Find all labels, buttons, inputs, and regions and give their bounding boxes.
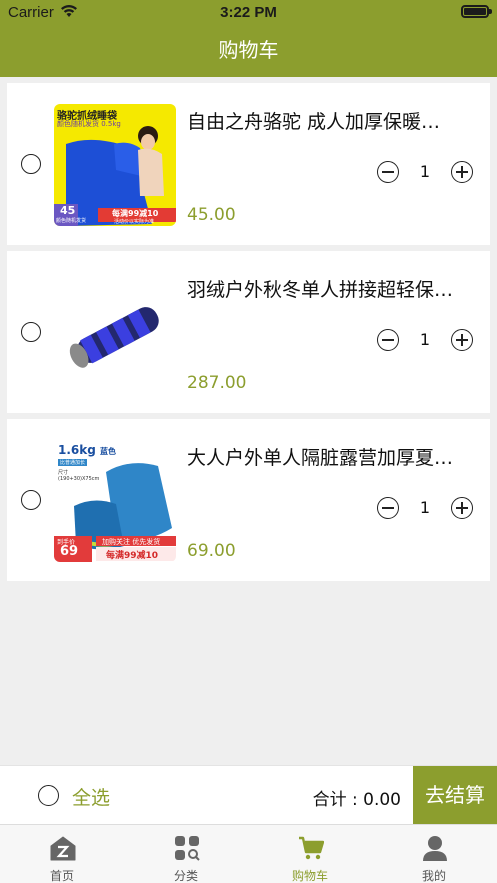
product-price: 69.00	[187, 541, 236, 561]
quantity-stepper: 1	[377, 497, 473, 521]
product-title[interactable]: 自由之舟骆驼 成人加厚保暖…	[187, 107, 477, 134]
checkout-button[interactable]: 去结算	[413, 766, 497, 824]
promo-label: 每满99减10	[106, 551, 159, 561]
product-image[interactable]	[54, 272, 176, 394]
size-label: 尺寸	[58, 470, 69, 476]
profile-icon	[423, 836, 447, 861]
product-price: 45.00	[187, 205, 236, 225]
tab-category-label: 分类	[173, 869, 198, 883]
increase-quantity-button[interactable]	[451, 161, 473, 183]
tab-profile-label: 我的	[421, 869, 446, 883]
quantity-value: 1	[419, 162, 431, 181]
promo-sub: 活动价以实际为准	[114, 219, 155, 225]
quantity-stepper: 1	[377, 161, 473, 185]
product-title[interactable]: 大人户外单人隔脏露营加厚夏…	[187, 443, 477, 470]
item-select-radio[interactable]	[21, 154, 41, 174]
status-bar: Carrier 3:22 PM	[0, 0, 497, 26]
product-sub: 颜色随机发货 0.5kg	[57, 120, 121, 128]
sleeping-bag-image	[54, 272, 176, 394]
price-badge-sub: 颜色随机发货	[56, 218, 87, 224]
decrease-quantity-button[interactable]	[377, 497, 399, 519]
color-label: 蓝色	[100, 447, 117, 456]
product-image[interactable]: 骆驼抓绒睡袋 颜色随机发货 0.5kg 45 颜色随机发货 每满99减10 活动…	[54, 104, 176, 226]
spec-tag: 比普通加长	[58, 459, 88, 466]
tab-category[interactable]: 分类	[124, 825, 248, 883]
tab-home-label: 首页	[49, 869, 74, 883]
tab-bar: 首页 分类 购物车 我的	[0, 824, 497, 883]
item-select-radio[interactable]	[21, 322, 41, 342]
product-title[interactable]: 羽绒户外秋冬单人拼接超轻保…	[187, 275, 477, 302]
product-image[interactable]: 1.6kg 蓝色 比普通加长 尺寸 (190+30)X75cm 到手价 69 加…	[54, 440, 176, 562]
battery-icon	[461, 5, 492, 18]
cart-item[interactable]: 羽绒户外秋冬单人拼接超轻保… 1 287.00	[7, 251, 490, 413]
cart-icon	[299, 836, 324, 860]
increase-quantity-button[interactable]	[451, 329, 473, 351]
select-all-label[interactable]: 全选	[72, 783, 110, 810]
category-icon	[175, 836, 200, 861]
nav-bar: 购物车	[0, 26, 497, 77]
tab-home[interactable]: 首页	[0, 825, 124, 883]
weight-label: 1.6kg	[58, 443, 96, 457]
cart-item[interactable]: 骆驼抓绒睡袋 颜色随机发货 0.5kg 45 颜色随机发货 每满99减10 活动…	[7, 83, 490, 245]
tab-cart-label: 购物车	[291, 869, 328, 883]
decrease-quantity-button[interactable]	[377, 329, 399, 351]
tab-cart[interactable]: 购物车	[248, 825, 372, 883]
price-badge: 45	[60, 204, 76, 217]
select-all-radio[interactable]	[38, 785, 59, 806]
total-amount: 合计 : 0.00	[312, 790, 401, 810]
quantity-value: 1	[419, 498, 431, 517]
home-icon	[50, 836, 76, 861]
tab-profile[interactable]: 我的	[372, 825, 496, 883]
cart-item[interactable]: 1.6kg 蓝色 比普通加长 尺寸 (190+30)X75cm 到手价 69 加…	[7, 419, 490, 581]
page-title: 购物车	[218, 38, 279, 62]
product-price: 287.00	[187, 373, 247, 393]
clock: 3:22 PM	[220, 4, 277, 21]
quantity-value: 1	[419, 330, 431, 349]
checkout-bar: 全选 合计 : 0.00 去结算	[0, 765, 497, 824]
decrease-quantity-button[interactable]	[377, 161, 399, 183]
quantity-stepper: 1	[377, 329, 473, 353]
price-badge: 69	[60, 544, 79, 559]
item-select-radio[interactable]	[21, 490, 41, 510]
dimensions-label: (190+30)X75cm	[58, 476, 100, 482]
increase-quantity-button[interactable]	[451, 497, 473, 519]
promo-banner: 加购关注 优先发货	[102, 538, 161, 546]
